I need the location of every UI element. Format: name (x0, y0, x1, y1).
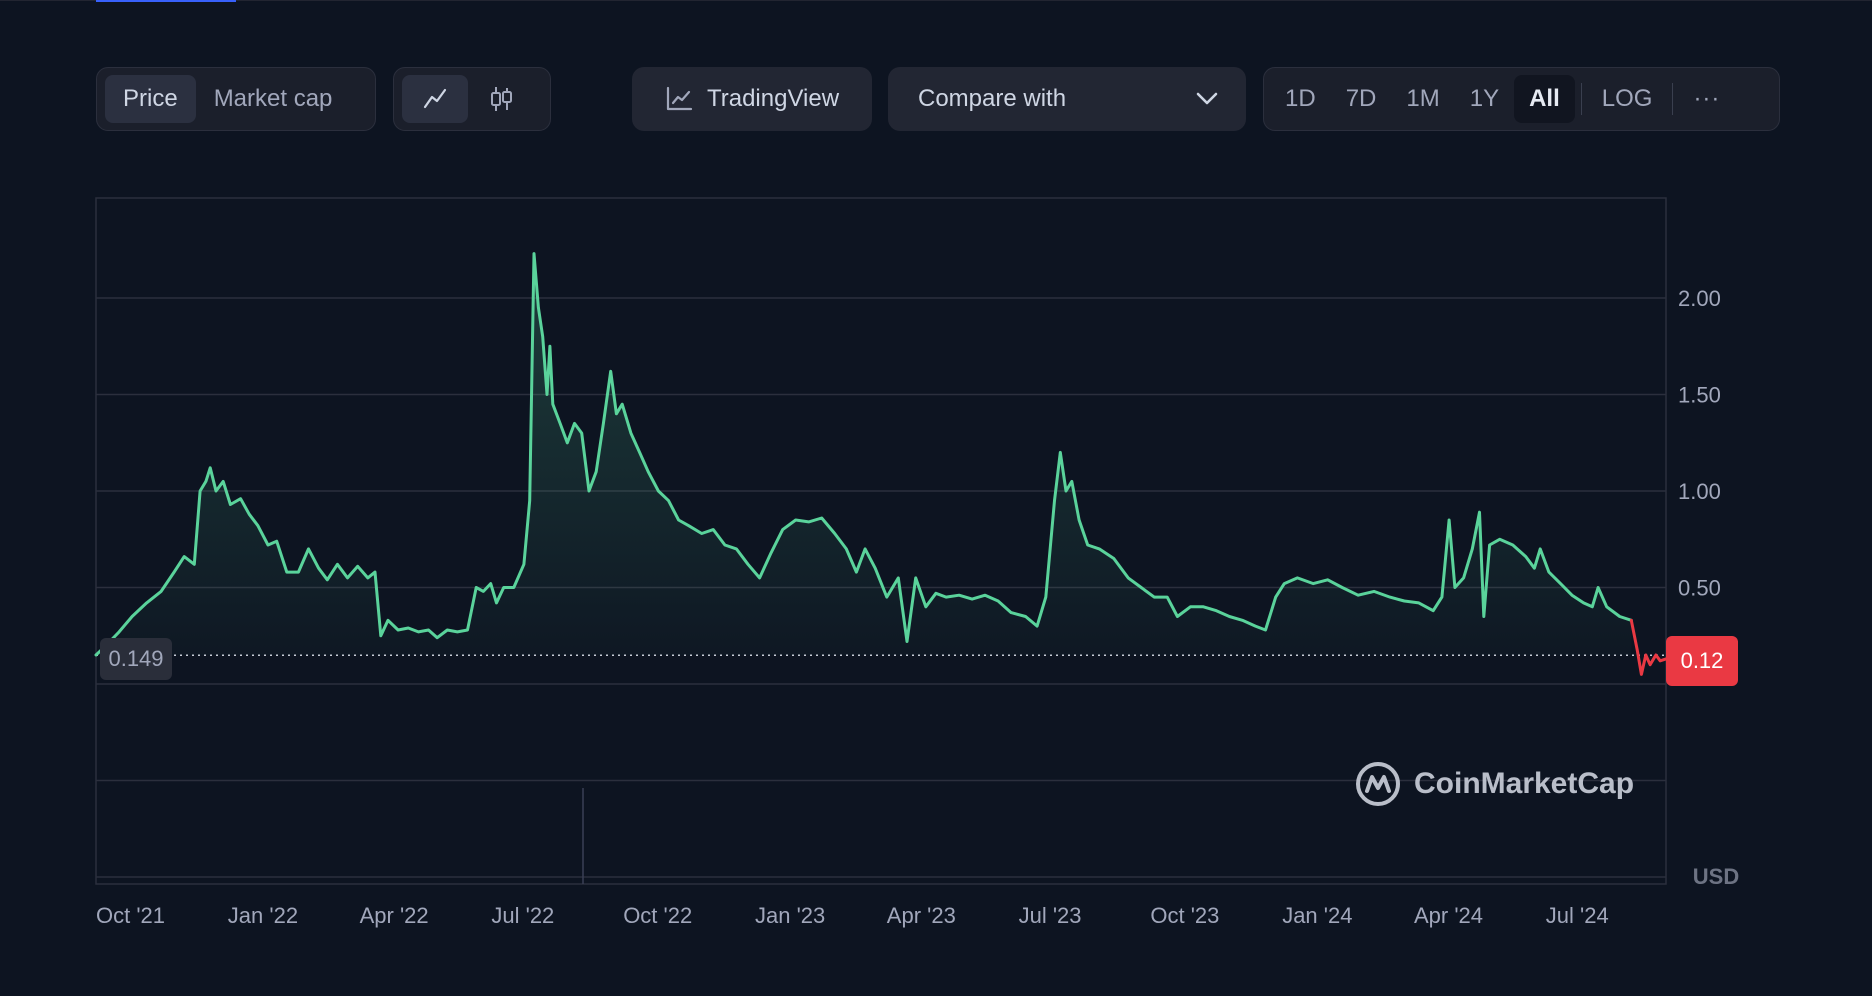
x-tick-label: Apr '24 (1414, 903, 1483, 928)
x-tick-label: Apr '22 (360, 903, 429, 928)
x-tick-label: Oct '22 (623, 903, 692, 928)
price-area-fill (96, 253, 1632, 656)
x-tick-label: Jul '24 (1546, 903, 1609, 928)
watermark-text: CoinMarketCap (1414, 767, 1635, 800)
price-chart-page: Price Market cap TradingView Compare wit… (0, 0, 1872, 996)
x-tick-label: Jan '22 (228, 903, 298, 928)
x-tick-label: Apr '23 (887, 903, 956, 928)
coinmarketcap-logo-icon (1356, 762, 1400, 806)
recent-price-line (1629, 618, 1668, 676)
chart-area (96, 253, 1632, 656)
x-tick-label: Jul '23 (1019, 903, 1082, 928)
currency-unit-label: USD (1693, 864, 1739, 889)
x-tick-label: Jan '24 (1282, 903, 1352, 928)
coinmarketcap-watermark: CoinMarketCap (1354, 760, 1634, 808)
x-tick-label: Oct '21 (96, 903, 165, 928)
y-tick-label: 0.50 (1678, 576, 1721, 601)
y-tick-label: 1.00 (1678, 479, 1721, 504)
x-tick-label: Jul '22 (491, 903, 554, 928)
start-price-label: 0.149 (100, 638, 172, 680)
x-tick-label: Jan '23 (755, 903, 825, 928)
y-tick-label: 2.00 (1678, 286, 1721, 311)
y-tick-label: 1.50 (1678, 383, 1721, 408)
price-chart[interactable]: 2.00 1.50 1.00 0.50 Oct '21 Jan '22 Apr '22 Jul… (0, 0, 1872, 996)
current-price-label: 0.12 (1666, 636, 1738, 686)
x-tick-label: Oct '23 (1150, 903, 1219, 928)
